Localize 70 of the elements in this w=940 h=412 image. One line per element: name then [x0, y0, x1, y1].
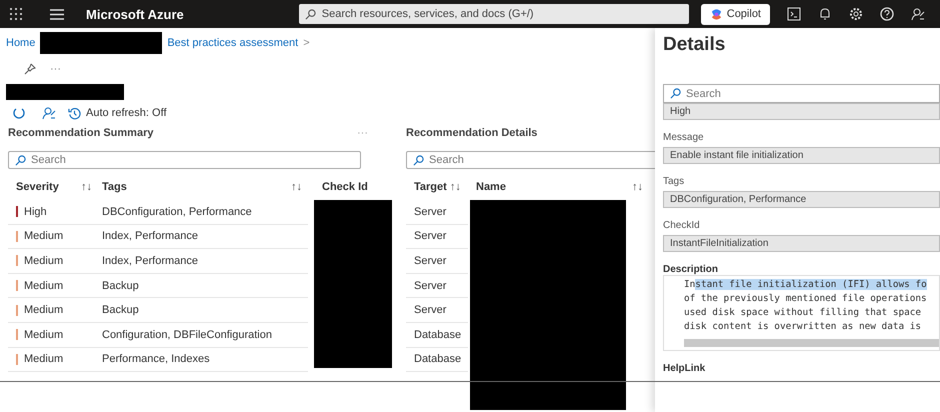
table-cell: Backup	[102, 280, 139, 292]
column-header[interactable]: Name	[476, 181, 506, 193]
search-field[interactable]: Search	[8, 151, 361, 169]
description-box: Instant file initialization (IFI) allows fo of the previously mentioned file operations used disk space without filling that space disk content is overwritten as new data is	[663, 275, 940, 351]
table-cell: Index, Performance	[102, 230, 198, 242]
search-field[interactable]: Search	[406, 151, 655, 169]
brand-title[interactable]: Microsoft Azure	[86, 6, 184, 22]
table-cell: Medium	[24, 328, 64, 341]
auto-refresh-button[interactable]: Auto refresh: Off	[68, 106, 167, 120]
home-link[interactable]: Home	[6, 37, 36, 49]
panel-title: Details	[663, 34, 726, 57]
table-cell: Server	[414, 230, 446, 242]
search-icon	[670, 88, 681, 99]
bell-icon[interactable]	[818, 7, 832, 21]
search-field[interactable]: Search	[663, 84, 940, 103]
history-icon	[68, 106, 81, 120]
table-cell: Performance, Indexes	[102, 353, 210, 366]
settings-icon[interactable]	[849, 7, 863, 21]
search-icon	[15, 154, 26, 166]
table-cell: Configuration, DBFileConfiguration	[102, 328, 272, 341]
table-cell: Medium	[24, 304, 64, 316]
help-icon[interactable]	[880, 7, 894, 21]
table-cell: Medium	[24, 230, 64, 242]
sort-button[interactable]: ↑↓	[632, 181, 643, 193]
sort-button[interactable]: ↑↓	[81, 181, 92, 193]
scrollbar[interactable]	[684, 339, 939, 347]
read-only-field: DBConfiguration, Performance	[663, 191, 940, 208]
column-header[interactable]: Tags	[102, 181, 127, 193]
search-icon	[413, 154, 424, 166]
breadcrumb-link[interactable]: Best practices assessment	[167, 37, 298, 49]
copilot-button[interactable]: Copilot	[700, 4, 770, 24]
panel-title: Recommendation Details	[406, 127, 538, 139]
feedback-icon[interactable]	[911, 7, 925, 21]
read-only-field: High	[663, 103, 940, 120]
table-cell: Database	[414, 353, 462, 366]
field-label: Message	[663, 132, 705, 143]
column-header[interactable]: Severity	[16, 181, 59, 193]
pin-icon[interactable]	[24, 63, 36, 75]
field-label: HelpLink	[663, 363, 706, 374]
search-icon	[304, 8, 316, 20]
panel-title: Recommendation Summary	[8, 127, 154, 139]
table-cell: Database	[414, 328, 462, 341]
table-cell: Server	[414, 254, 446, 267]
table-cell: Server	[414, 280, 446, 292]
field-label: Description	[663, 264, 720, 275]
copilot-logo-icon	[710, 8, 723, 20]
waffle-icon[interactable]	[10, 8, 22, 20]
read-only-field: Enable instant file initialization	[663, 147, 940, 164]
terminal-icon[interactable]	[787, 7, 801, 21]
table-cell: DBConfiguration, Performance	[102, 206, 252, 218]
refresh-icon[interactable]	[12, 106, 26, 120]
sort-button[interactable]: ↑↓	[291, 181, 302, 193]
global-search-field[interactable]: Search resources, services, and docs (G+/)	[298, 4, 689, 24]
column-header[interactable]: Check Id	[322, 181, 368, 193]
table-cell: Medium	[24, 254, 64, 267]
table-cell: Server	[414, 206, 446, 218]
table-cell: Server	[414, 304, 446, 316]
table-cell: High	[24, 206, 47, 218]
column-header[interactable]: Target	[414, 181, 447, 193]
table-cell: Medium	[24, 280, 64, 292]
table-cell: Medium	[24, 353, 64, 366]
read-only-field: InstantFileInitialization	[663, 235, 940, 252]
field-label: CheckId	[663, 220, 701, 231]
breadcrumb-separator: >	[303, 37, 310, 49]
table-cell: Index, Performance	[102, 254, 198, 267]
field-label: Tags	[663, 176, 686, 187]
more-button[interactable]: ···	[50, 63, 61, 75]
sort-button[interactable]: ↑↓	[450, 181, 461, 193]
table-cell: Backup	[102, 304, 139, 316]
menu-icon[interactable]	[50, 8, 64, 20]
